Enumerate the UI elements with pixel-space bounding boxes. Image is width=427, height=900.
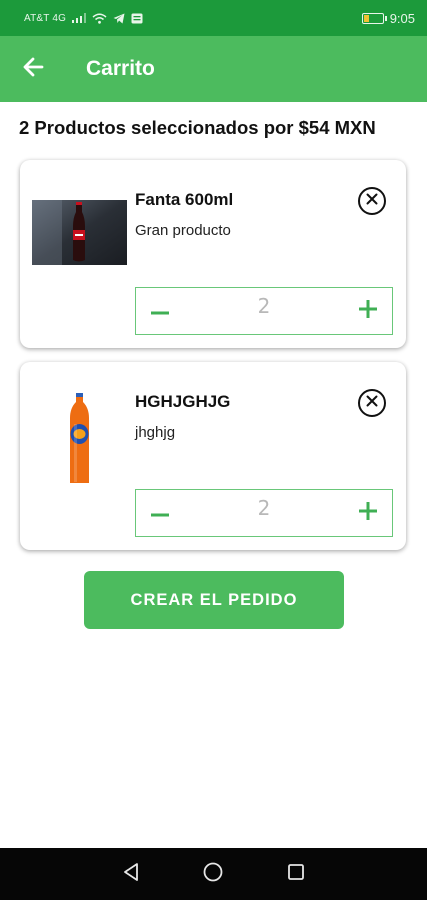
quantity-value[interactable]: 2	[184, 496, 344, 520]
status-bar: AT&T 4G 9:05	[0, 0, 427, 36]
cart-item-card: HGHJGHJG jhghjg 2	[20, 362, 406, 550]
battery-icon	[361, 12, 387, 24]
product-name: Fanta 600ml	[135, 190, 234, 209]
create-order-button[interactable]: CREAR EL PEDIDO	[84, 571, 344, 629]
system-nav-bar	[0, 848, 427, 900]
quantity-stepper: 2	[135, 287, 393, 335]
increase-button[interactable]	[344, 490, 392, 536]
app-bar: Carrito	[0, 36, 427, 102]
nav-recents-button[interactable]	[274, 852, 318, 896]
close-icon	[366, 192, 378, 210]
increase-button[interactable]	[344, 288, 392, 334]
product-name: HGHJGHJG	[135, 392, 231, 411]
status-right: 9:05	[361, 10, 415, 26]
product-description: Gran producto	[135, 222, 231, 239]
recents-square-icon	[287, 863, 305, 886]
status-time: 9:05	[389, 10, 415, 26]
notification-icon	[131, 13, 143, 24]
remove-item-button[interactable]	[358, 187, 386, 215]
plus-icon	[359, 501, 377, 525]
minus-icon	[151, 302, 169, 320]
plus-icon	[359, 299, 377, 323]
product-image	[32, 200, 127, 265]
back-triangle-icon	[122, 862, 140, 887]
quantity-value[interactable]: 2	[184, 294, 344, 318]
status-left: AT&T 4G	[24, 13, 143, 24]
cart-summary: 2 Productos seleccionados por $54 MXN	[19, 117, 376, 138]
arrow-back-icon	[22, 57, 44, 82]
remove-item-button[interactable]	[358, 389, 386, 417]
quantity-stepper: 2	[135, 489, 393, 537]
wifi-icon	[92, 13, 107, 24]
telegram-icon	[113, 13, 125, 24]
back-button[interactable]	[0, 36, 66, 102]
close-icon	[366, 394, 378, 412]
signal-icon	[72, 13, 87, 23]
minus-icon	[151, 504, 169, 522]
nav-back-button[interactable]	[109, 852, 153, 896]
cart-item-card: Fanta 600ml Gran producto 2	[20, 160, 406, 348]
decrease-button[interactable]	[136, 490, 184, 536]
product-description: jhghjg	[135, 424, 176, 441]
decrease-button[interactable]	[136, 288, 184, 334]
page-title: Carrito	[86, 57, 155, 80]
nav-home-button[interactable]	[191, 852, 235, 896]
product-image	[32, 393, 127, 486]
carrier-label: AT&T 4G	[24, 12, 67, 24]
home-circle-icon	[203, 862, 223, 887]
